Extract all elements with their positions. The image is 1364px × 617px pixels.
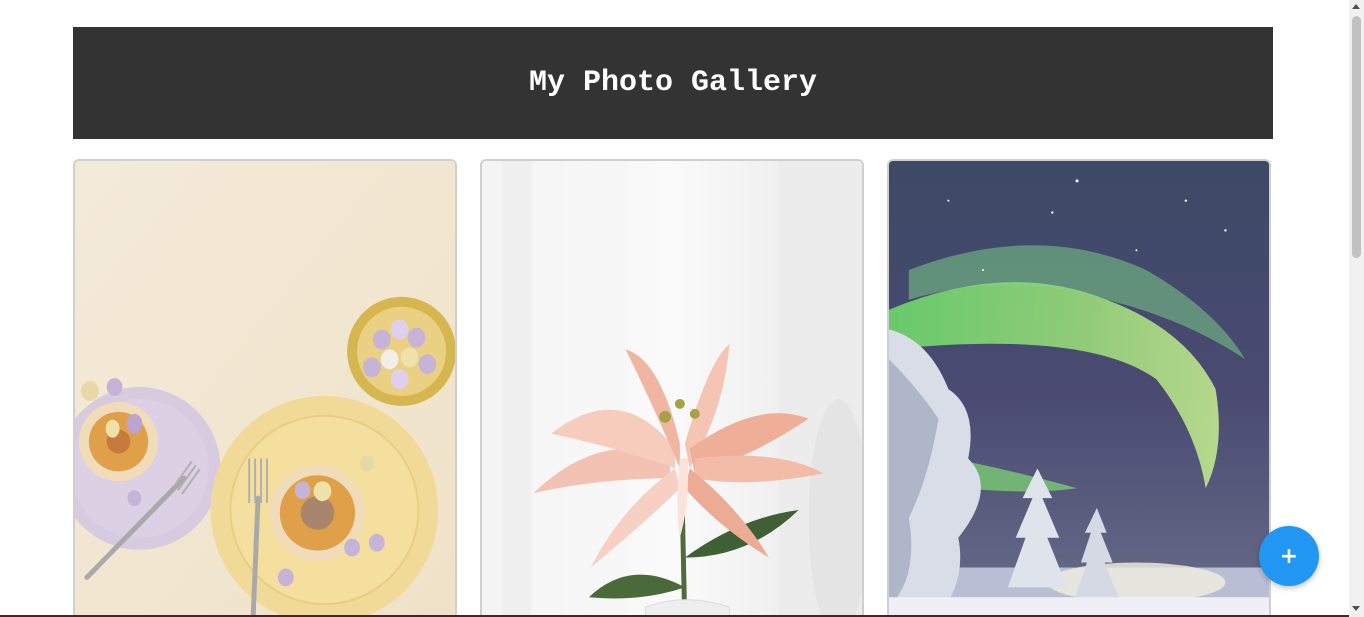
scrollbar-thumb[interactable]	[1352, 16, 1361, 258]
vertical-scrollbar[interactable]	[1349, 0, 1364, 617]
northern-lights-photo	[889, 161, 1269, 617]
photo-grid	[73, 159, 1273, 617]
pink-lily-photo	[482, 161, 862, 617]
easter-tarts-photo	[75, 161, 455, 617]
page-title: My Photo Gallery	[528, 66, 818, 100]
scroll-up-arrow-icon[interactable]	[1352, 4, 1360, 9]
add-photo-button[interactable]: +	[1259, 526, 1319, 586]
gallery-page: My Photo Gallery +	[0, 0, 1364, 617]
photo-card-northern-lights[interactable]	[887, 159, 1271, 617]
header-banner: My Photo Gallery	[73, 27, 1273, 139]
scroll-down-arrow-icon[interactable]	[1352, 606, 1360, 611]
photo-card-easter-tarts[interactable]	[73, 159, 457, 617]
photo-card-pink-lily[interactable]	[480, 159, 864, 617]
